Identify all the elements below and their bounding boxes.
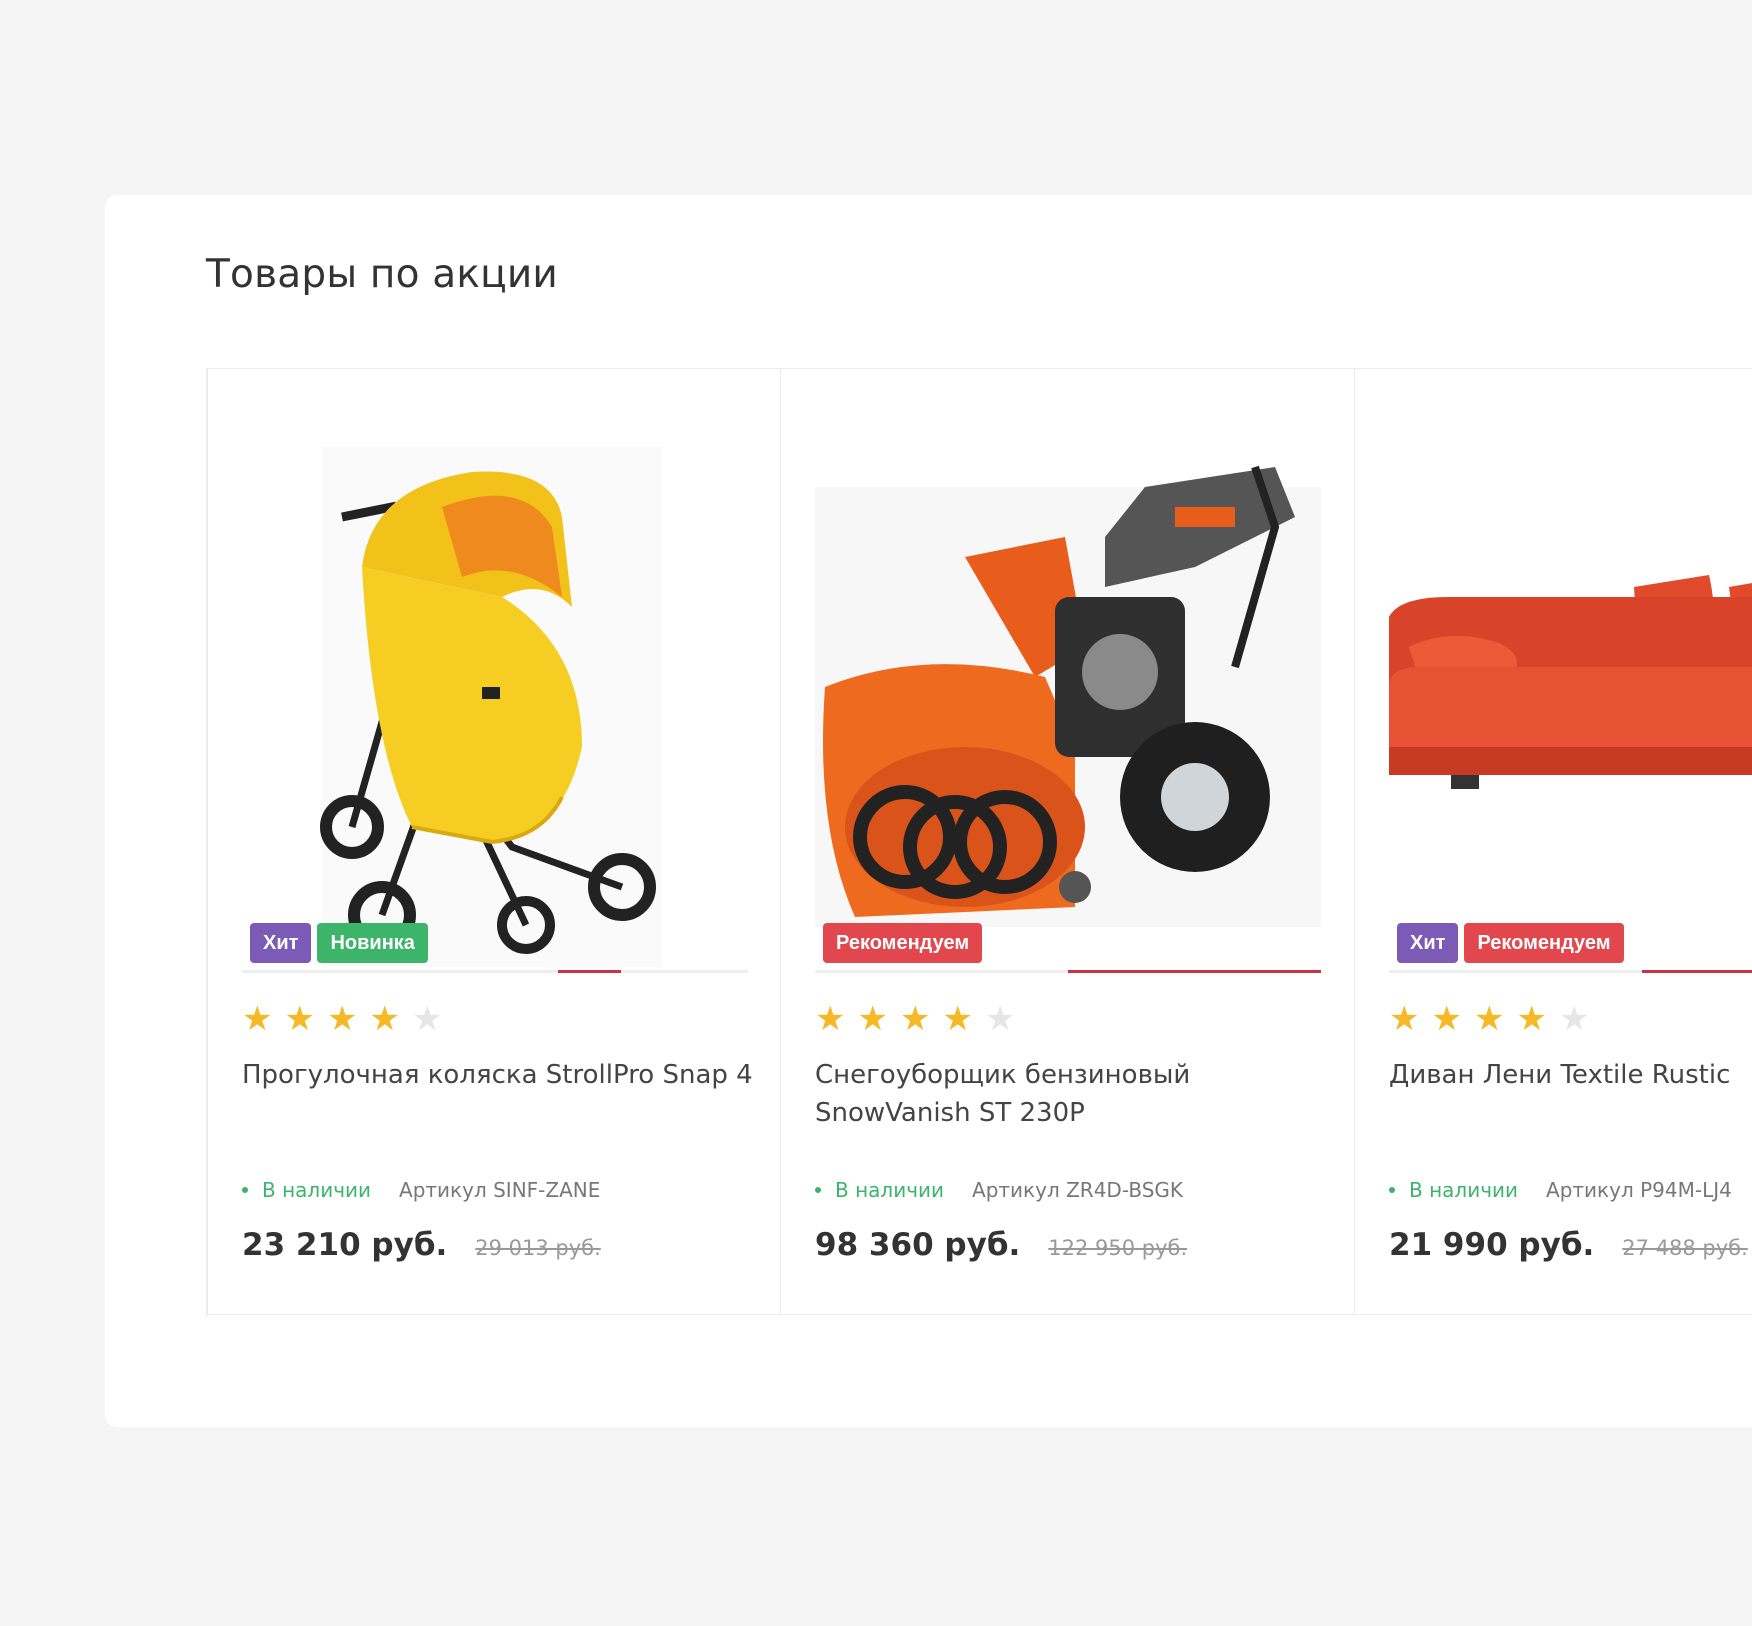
badge-group: Хит Новинка: [250, 923, 428, 963]
badge-group: Рекомендуем: [823, 923, 983, 963]
stock-dot-icon: [815, 1187, 821, 1193]
rating-stars: ★ ★ ★ ★ ★: [1389, 999, 1589, 1039]
product-card[interactable]: Хит Новинка ★ ★ ★ ★ ★ Прогулочная коляск…: [207, 368, 781, 1315]
badge-group: Хит Рекомендуем: [1397, 923, 1624, 963]
product-meta: В наличии Артикул ZR4D-BSGK: [815, 1176, 1183, 1204]
snowblower-image: [815, 465, 1321, 927]
product-image[interactable]: [1389, 447, 1752, 967]
star-filled-icon: ★: [1431, 999, 1462, 1039]
current-price: 23 210 руб.: [242, 1227, 448, 1263]
old-price: 122 950 руб.: [1048, 1236, 1188, 1260]
product-sku: Артикул ZR4D-BSGK: [972, 1178, 1184, 1202]
stock-dot-icon: [1389, 1187, 1395, 1193]
star-empty-icon: ★: [411, 999, 443, 1039]
product-name[interactable]: Прогулочная коляска StrollPro Snap 4: [242, 1056, 762, 1094]
stock-label: В наличии: [1409, 1178, 1519, 1202]
stock-label: В наличии: [262, 1178, 372, 1202]
product-image[interactable]: [242, 447, 748, 967]
product-card[interactable]: Рекомендуем ★ ★ ★ ★ ★ Снегоуборщик бензи…: [781, 368, 1355, 1315]
star-filled-icon: ★: [284, 999, 315, 1039]
product-carousel: Хит Новинка ★ ★ ★ ★ ★ Прогулочная коляск…: [206, 368, 1752, 1317]
star-filled-icon: ★: [942, 999, 973, 1039]
current-price: 98 360 руб.: [815, 1227, 1021, 1263]
badge-recommended: Рекомендуем: [823, 923, 983, 963]
sofa-image: [1389, 575, 1752, 789]
image-slider-indicator[interactable]: [242, 970, 748, 973]
badge-hit: Хит: [1397, 923, 1459, 963]
star-filled-icon: ★: [899, 999, 931, 1039]
star-filled-icon: ★: [815, 999, 846, 1039]
section-title: Товары по акции: [206, 252, 558, 297]
badge-recommended: Рекомендуем: [1464, 923, 1624, 963]
star-filled-icon: ★: [242, 999, 273, 1039]
star-filled-icon: ★: [857, 999, 888, 1039]
product-meta: В наличии Артикул SINF-ZANE: [242, 1176, 600, 1204]
star-empty-icon: ★: [984, 999, 1016, 1039]
image-slider-indicator[interactable]: [1389, 970, 1752, 973]
stroller-image: [320, 447, 662, 967]
old-price: 29 013 руб.: [475, 1236, 601, 1260]
slider-active-segment: [558, 970, 621, 973]
price-block: 23 210 руб. 29 013 руб.: [242, 1227, 601, 1263]
product-image[interactable]: [815, 447, 1321, 967]
badge-hit: Хит: [250, 923, 312, 963]
star-filled-icon: ★: [1389, 999, 1420, 1039]
star-filled-icon: ★: [326, 999, 358, 1039]
stock-status: В наличии: [815, 1176, 944, 1204]
rating-stars: ★ ★ ★ ★ ★: [242, 999, 442, 1039]
stock-status: В наличии: [242, 1176, 371, 1204]
product-name[interactable]: Диван Лени Textile Rustic: [1389, 1056, 1752, 1094]
price-block: 21 990 руб. 27 488 руб.: [1389, 1227, 1748, 1263]
stock-dot-icon: [242, 1187, 248, 1193]
star-filled-icon: ★: [1516, 999, 1547, 1039]
product-name[interactable]: Снегоуборщик бензиновый SnowVanish ST 23…: [815, 1056, 1335, 1132]
rating-stars: ★ ★ ★ ★ ★: [815, 999, 1015, 1039]
star-empty-icon: ★: [1558, 999, 1590, 1039]
product-meta: В наличии Артикул P94M-LJ4: [1389, 1176, 1732, 1204]
star-filled-icon: ★: [1473, 999, 1505, 1039]
old-price: 27 488 руб.: [1622, 1236, 1748, 1260]
product-sku: Артикул P94M-LJ4: [1546, 1178, 1732, 1202]
product-card[interactable]: Хит Рекомендуем ★ ★ ★ ★ ★ Диван Лени Tex…: [1355, 368, 1752, 1315]
star-filled-icon: ★: [369, 999, 400, 1039]
product-sku: Артикул SINF-ZANE: [399, 1178, 601, 1202]
price-block: 98 360 руб. 122 950 руб.: [815, 1227, 1187, 1263]
image-slider-indicator[interactable]: [815, 970, 1321, 973]
badge-new: Новинка: [317, 923, 428, 963]
slider-active-segment: [1068, 970, 1321, 973]
stock-label: В наличии: [835, 1178, 945, 1202]
slider-active-segment: [1642, 970, 1752, 973]
current-price: 21 990 руб.: [1389, 1227, 1595, 1263]
stock-status: В наличии: [1389, 1176, 1518, 1204]
